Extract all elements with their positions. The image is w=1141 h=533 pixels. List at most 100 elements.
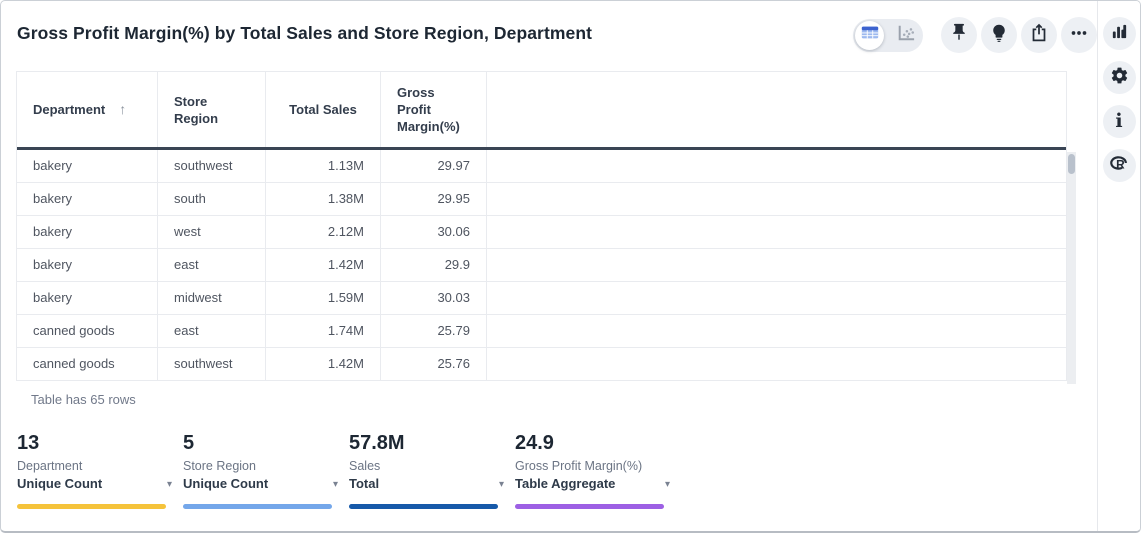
chevron-down-icon: ▾: [333, 479, 338, 490]
table-row-count-note: Table has 65 rows: [31, 392, 136, 407]
chart-view-toggle[interactable]: [891, 21, 920, 50]
table-row[interactable]: canned goods southwest 1.42M 25.76: [17, 348, 1066, 381]
summary-card-sales: 57.8M Sales Total ▾: [349, 431, 498, 511]
page-title: Gross Profit Margin(%) by Total Sales an…: [17, 23, 592, 44]
more-options-button[interactable]: [1061, 17, 1097, 53]
share-button[interactable]: [1021, 17, 1057, 53]
cell-department: bakery: [17, 216, 158, 248]
ellipsis-icon: [1068, 22, 1090, 49]
cell-store-region: west: [158, 216, 266, 248]
table-header-row: Department ↑ Store Region Total Sales Gr…: [17, 72, 1066, 150]
pin-button[interactable]: [941, 17, 977, 53]
gear-icon: [1110, 66, 1129, 90]
table-vertical-scrollbar[interactable]: [1067, 152, 1076, 384]
view-toggle: [853, 19, 923, 52]
answer-visualization-panel: Gross Profit Margin(%) by Total Sales an…: [0, 0, 1141, 533]
card-measure-label: Sales: [349, 459, 498, 474]
column-label: Store Region: [174, 93, 249, 127]
column-header-store-region[interactable]: Store Region: [158, 72, 266, 147]
card-value: 13: [17, 431, 166, 455]
table-row[interactable]: bakery southwest 1.13M 29.97: [17, 150, 1066, 183]
card-accent-bar: [349, 504, 498, 509]
chevron-down-icon: ▾: [499, 479, 504, 490]
cell-department: canned goods: [17, 348, 158, 380]
column-header-total-sales[interactable]: Total Sales: [266, 72, 381, 147]
cell-total-sales: 1.42M: [266, 348, 381, 380]
card-aggregation-dropdown[interactable]: Unique Count ▾: [183, 476, 332, 492]
column-header-filler: [487, 72, 1066, 147]
cell-total-sales: 1.74M: [266, 315, 381, 347]
cell-total-sales: 2.12M: [266, 216, 381, 248]
r-analysis-button[interactable]: R: [1103, 149, 1136, 182]
cell-store-region: southwest: [158, 348, 266, 380]
summary-card-department: 13 Department Unique Count ▾: [17, 431, 166, 511]
visualize-button[interactable]: [1103, 17, 1136, 50]
cell-department: bakery: [17, 183, 158, 215]
table-row[interactable]: bakery east 1.42M 29.9: [17, 249, 1066, 282]
card-aggregation-dropdown[interactable]: Total ▾: [349, 476, 498, 492]
pin-icon: [948, 22, 970, 49]
table-row[interactable]: bakery south 1.38M 29.95: [17, 183, 1066, 216]
card-value: 57.8M: [349, 431, 498, 455]
cell-department: canned goods: [17, 315, 158, 347]
cell-gross-profit-margin: 30.06: [381, 216, 487, 248]
cell-department: bakery: [17, 150, 158, 182]
share-icon: [1028, 22, 1050, 49]
chart-view-icon: [896, 24, 916, 47]
table-row[interactable]: canned goods east 1.74M 25.79: [17, 315, 1066, 348]
scrollbar-thumb[interactable]: [1068, 154, 1075, 174]
cell-total-sales: 1.42M: [266, 249, 381, 281]
card-accent-bar: [515, 504, 664, 509]
cell-store-region: east: [158, 249, 266, 281]
card-measure-label: Department: [17, 459, 166, 474]
bar-chart-icon: [1110, 22, 1129, 46]
column-label: Total Sales: [289, 101, 357, 118]
cell-total-sales: 1.59M: [266, 282, 381, 314]
card-accent-bar: [17, 504, 166, 509]
cell-gross-profit-margin: 30.03: [381, 282, 487, 314]
column-header-department[interactable]: Department ↑: [17, 72, 158, 147]
insight-button[interactable]: [981, 17, 1017, 53]
card-aggregation-label: Unique Count: [183, 476, 268, 492]
summary-card-store-region: 5 Store Region Unique Count ▾: [183, 431, 332, 511]
card-aggregation-label: Unique Count: [17, 476, 102, 492]
right-icon-sidebar: i R: [1097, 1, 1140, 531]
cell-gross-profit-margin: 29.95: [381, 183, 487, 215]
lightbulb-icon: [988, 22, 1010, 49]
settings-button[interactable]: [1103, 61, 1136, 94]
table-view-icon: [860, 24, 880, 46]
card-aggregation-label: Total: [349, 476, 379, 492]
cell-store-region: south: [158, 183, 266, 215]
card-value: 5: [183, 431, 332, 455]
cell-store-region: east: [158, 315, 266, 347]
card-aggregation-label: Table Aggregate: [515, 476, 615, 492]
card-value: 24.9: [515, 431, 664, 455]
column-header-gross-profit-margin[interactable]: Gross Profit Margin(%): [381, 72, 487, 147]
info-button[interactable]: i: [1103, 105, 1136, 138]
cell-gross-profit-margin: 25.76: [381, 348, 487, 380]
cell-department: bakery: [17, 282, 158, 314]
table-row[interactable]: bakery midwest 1.59M 30.03: [17, 282, 1066, 315]
cell-total-sales: 1.13M: [266, 150, 381, 182]
card-aggregation-dropdown[interactable]: Unique Count ▾: [17, 476, 166, 492]
column-label: Department: [33, 101, 105, 118]
cell-store-region: southwest: [158, 150, 266, 182]
column-label: Gross Profit Margin(%): [397, 84, 470, 135]
cell-store-region: midwest: [158, 282, 266, 314]
data-table: Department ↑ Store Region Total Sales Gr…: [16, 71, 1076, 381]
table-view-toggle[interactable]: [855, 21, 884, 50]
card-measure-label: Store Region: [183, 459, 332, 474]
chevron-down-icon: ▾: [167, 479, 172, 490]
svg-text:R: R: [1116, 157, 1125, 171]
cell-total-sales: 1.38M: [266, 183, 381, 215]
sort-ascending-icon[interactable]: ↑: [119, 101, 126, 118]
toolbar: [853, 17, 1097, 53]
card-accent-bar: [183, 504, 332, 509]
table-row[interactable]: bakery west 2.12M 30.06: [17, 216, 1066, 249]
cell-department: bakery: [17, 249, 158, 281]
r-logo-icon: R: [1109, 153, 1129, 178]
summary-card-gross-profit-margin: 24.9 Gross Profit Margin(%) Table Aggreg…: [515, 431, 664, 511]
cell-gross-profit-margin: 25.79: [381, 315, 487, 347]
card-aggregation-dropdown[interactable]: Table Aggregate ▾: [515, 476, 664, 492]
info-icon: i: [1115, 112, 1122, 131]
